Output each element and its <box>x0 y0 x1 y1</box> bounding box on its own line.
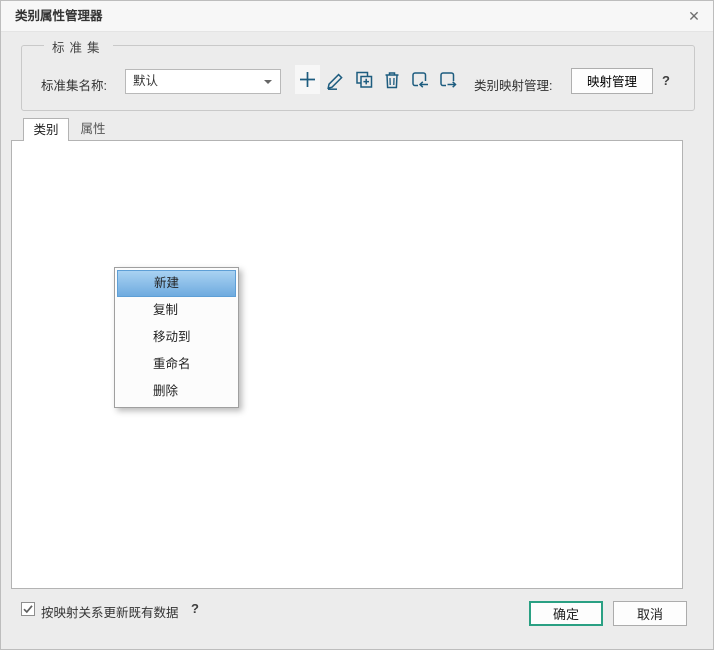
menu-item-new[interactable]: 新建 <box>117 270 236 297</box>
standard-set-toolbar <box>295 65 460 94</box>
delete-button[interactable] <box>379 65 404 94</box>
add-button[interactable] <box>295 65 320 94</box>
tab-category[interactable]: 类别 <box>23 118 69 141</box>
ok-button[interactable]: 确定 <box>529 601 603 626</box>
menu-item-move-to[interactable]: 移动到 <box>117 324 236 351</box>
plus-icon <box>297 69 318 90</box>
help-icon[interactable]: ? <box>191 601 199 616</box>
edit-button[interactable] <box>323 65 348 94</box>
tab-property[interactable]: 属性 <box>71 118 115 141</box>
pencil-icon <box>325 69 347 91</box>
page-arrow-left-icon <box>409 69 431 91</box>
trash-icon <box>381 69 403 91</box>
copy-button[interactable] <box>351 65 376 94</box>
cancel-button[interactable]: 取消 <box>613 601 687 626</box>
import-button[interactable] <box>407 65 432 94</box>
group-title: 标准集 <box>44 37 113 56</box>
set-name-label: 标准集名称: <box>41 75 107 94</box>
copy-icon <box>353 69 375 91</box>
mapping-manage-button[interactable]: 映射管理 <box>571 68 653 94</box>
dropdown-value: 默认 <box>133 74 158 88</box>
menu-item-copy[interactable]: 复制 <box>117 297 236 324</box>
standard-set-dropdown[interactable]: 默认 <box>125 69 281 94</box>
export-button[interactable] <box>435 65 460 94</box>
close-icon[interactable]: ✕ <box>685 7 703 25</box>
context-menu: 新建 复制 移动到 重命名 删除 <box>114 267 239 408</box>
menu-item-delete[interactable]: 删除 <box>117 378 236 405</box>
menu-item-rename[interactable]: 重命名 <box>117 351 236 378</box>
mapping-label: 类别映射管理: <box>474 75 552 94</box>
update-data-label: 按映射关系更新既有数据 <box>41 602 179 621</box>
category-property-manager-dialog: 类别属性管理器 ✕ 标准集 标准集名称: 默认 类别映射管理: 映射管理 ? 类 <box>0 0 714 650</box>
help-icon[interactable]: ? <box>662 73 670 88</box>
tab-content-panel <box>11 140 683 589</box>
title-bar: 类别属性管理器 ✕ <box>1 1 713 32</box>
check-icon <box>22 603 34 615</box>
chevron-down-icon <box>264 80 272 84</box>
update-data-checkbox[interactable] <box>21 602 35 616</box>
dialog-title: 类别属性管理器 <box>15 1 103 31</box>
page-arrow-right-icon <box>437 69 459 91</box>
